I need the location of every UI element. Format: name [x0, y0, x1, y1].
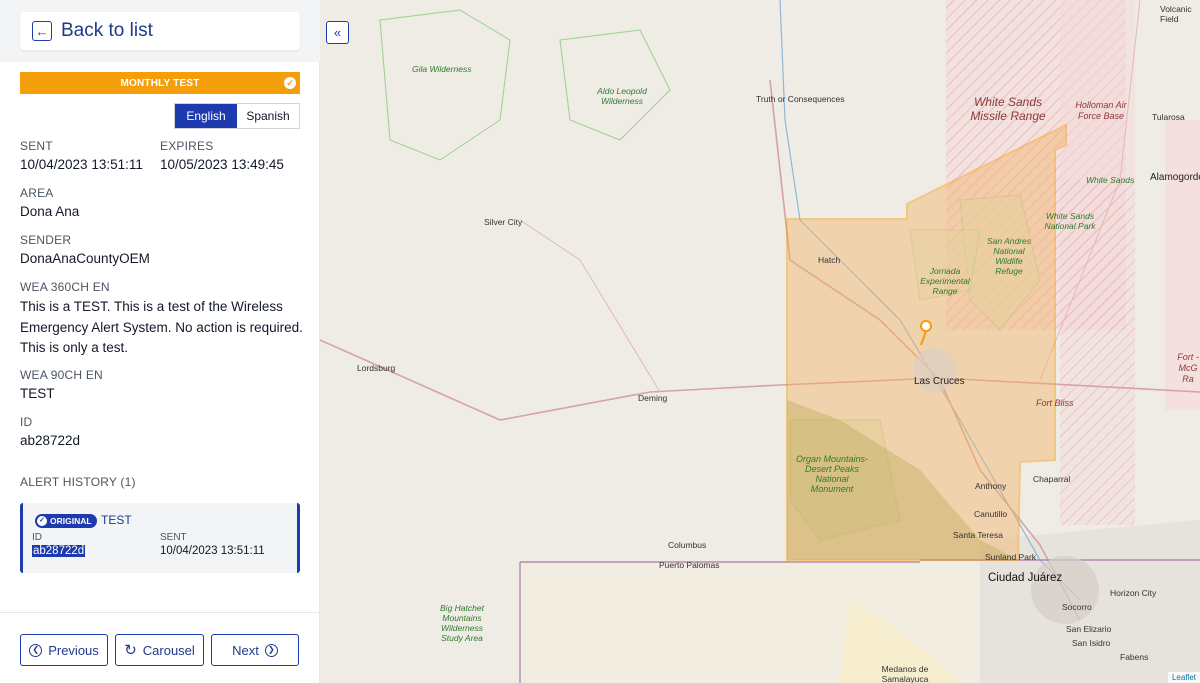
- next-button[interactable]: Next ❯: [211, 634, 299, 666]
- alert-history-title: ALERT HISTORY (1): [20, 475, 136, 489]
- carousel-button[interactable]: ↻ Carousel: [115, 634, 204, 666]
- sender-label: SENDER: [20, 233, 72, 247]
- previous-label: Previous: [48, 642, 99, 658]
- history-sent-value: 10/04/2023 13:51:11: [160, 545, 265, 557]
- map-label-alamogordo: Alamogordo: [1150, 172, 1200, 183]
- sent-value: 10/04/2023 13:51:11: [20, 157, 143, 172]
- map-label-sanisidro: San Isidro: [1072, 638, 1111, 648]
- wea90-label: WEA 90CH EN: [20, 368, 103, 382]
- id-value: ab28722d: [20, 433, 81, 448]
- map-label-sanelizario: San Elizario: [1066, 624, 1112, 634]
- map-label-organ: Organ Mountains-Desert Peaks National Mo…: [795, 454, 869, 494]
- refresh-icon: ↻: [124, 642, 137, 659]
- alert-history-item[interactable]: ✓ ORIGINAL TEST ID ab28722d SENT 10/04/2…: [20, 503, 300, 573]
- map-label-sunland: Sunland Park: [985, 552, 1037, 562]
- map-label-palomas: Puerto Palomas: [659, 560, 720, 570]
- original-badge-label: ORIGINAL: [50, 516, 92, 526]
- map-label-holloman: Holloman Air Force Base: [1075, 100, 1127, 121]
- alert-detail-sidebar: ← Back to list MONTHLY TEST ✓ English Sp…: [0, 0, 320, 683]
- history-sent-label: SENT: [160, 532, 187, 543]
- map-label-volcanic: Volcanic Field: [1160, 4, 1192, 24]
- back-to-list-button[interactable]: ← Back to list: [20, 12, 300, 50]
- map-label-horizon: Horizon City: [1110, 588, 1157, 598]
- map-label-lascruces: Las Cruces: [914, 376, 965, 387]
- footer-divider: [0, 612, 320, 613]
- id-label: ID: [20, 415, 33, 429]
- chevron-right-circle-icon: ❯: [264, 643, 278, 657]
- history-id-label: ID: [32, 532, 42, 543]
- map-label-lordsburg: Lordsburg: [357, 363, 396, 373]
- map-label-deming: Deming: [638, 393, 668, 403]
- gila-outline: [379, 9, 511, 161]
- language-english-button[interactable]: English: [175, 104, 237, 128]
- double-chevron-left-icon: «: [333, 25, 342, 40]
- map-label-toc: Truth or Consequences: [756, 94, 845, 104]
- map-label-gila: Gila Wilderness: [412, 64, 472, 74]
- next-label: Next: [232, 642, 259, 658]
- map-label-fabens: Fabens: [1120, 652, 1149, 662]
- carousel-label: Carousel: [142, 642, 195, 658]
- map-label-whitesands: White Sands: [1086, 175, 1135, 185]
- expires-label: EXPIRES: [160, 139, 214, 153]
- check-circle-icon: ✓: [284, 77, 296, 89]
- map-label-chaparral: Chaparral: [1033, 474, 1071, 484]
- check-circle-icon: ✓: [37, 516, 47, 526]
- sender-value: DonaAnaCountyOEM: [20, 251, 150, 266]
- sent-label: SENT: [20, 139, 53, 153]
- map-label-fortbliss-east: Fort - McG Ra: [1177, 352, 1199, 384]
- map-label-sanandres: San Andres National Wildlife Refuge: [986, 236, 1032, 276]
- history-alert-type: TEST: [101, 513, 132, 527]
- sidebar-header: ← Back to list: [0, 0, 320, 62]
- wea90-value: TEST: [20, 386, 55, 401]
- map-attribution-link[interactable]: Leaflet: [1167, 672, 1200, 683]
- arrow-left-icon: ←: [32, 21, 52, 41]
- chevron-left-circle-icon: ❮: [29, 643, 43, 657]
- map-label-santateresa: Santa Teresa: [953, 530, 1003, 540]
- collapse-sidebar-button[interactable]: «: [326, 21, 349, 44]
- map-label-hatch: Hatch: [818, 255, 841, 265]
- map-label-columbus: Columbus: [668, 540, 707, 550]
- map-label-anthony: Anthony: [975, 481, 1007, 491]
- map-label-bighatchet: Big Hatchet Mountains Wilderness Study A…: [440, 603, 484, 643]
- map-label-silvercity: Silver City: [484, 217, 523, 227]
- history-id-value: ab28722d: [32, 545, 86, 557]
- map-label-canutillo: Canutillo: [974, 509, 1008, 519]
- alert-map[interactable]: « Gila Wilderness Aldo Leopold Wildernes…: [320, 0, 1200, 683]
- wea360-label: WEA 360CH EN: [20, 280, 110, 294]
- map-label-tularosa: Tularosa: [1152, 112, 1185, 122]
- map-label-wsnp: White Sands National Park: [1044, 211, 1096, 231]
- language-spanish-button[interactable]: Spanish: [237, 104, 299, 128]
- map-label-juarez: Ciudad Juárez: [988, 572, 1063, 584]
- back-to-list-label: Back to list: [61, 20, 153, 41]
- previous-button[interactable]: ❮ Previous: [20, 634, 108, 666]
- map-label-medanos: Medanos de Samalayuca: [881, 664, 929, 683]
- language-toggle: English Spanish: [174, 103, 300, 129]
- map-label-fortbliss: Fort Bliss: [1036, 398, 1074, 408]
- expires-value: 10/05/2023 13:49:45: [160, 157, 284, 172]
- area-value: Dona Ana: [20, 204, 80, 219]
- banner-label: MONTHLY TEST: [120, 77, 200, 89]
- wea360-message: This is a TEST. This is a test of the Wi…: [20, 299, 303, 355]
- alert-type-banner: MONTHLY TEST ✓: [20, 72, 300, 94]
- map-label-jornada: Jornada Experimental Range: [920, 266, 970, 296]
- original-badge: ✓ ORIGINAL: [35, 514, 97, 528]
- map-label-aldo: Aldo Leopold Wilderness: [597, 86, 647, 106]
- area-label: AREA: [20, 186, 54, 200]
- map-label-wsmr: White Sands Missile Range: [970, 95, 1046, 123]
- map-label-socorro: Socorro: [1062, 602, 1092, 612]
